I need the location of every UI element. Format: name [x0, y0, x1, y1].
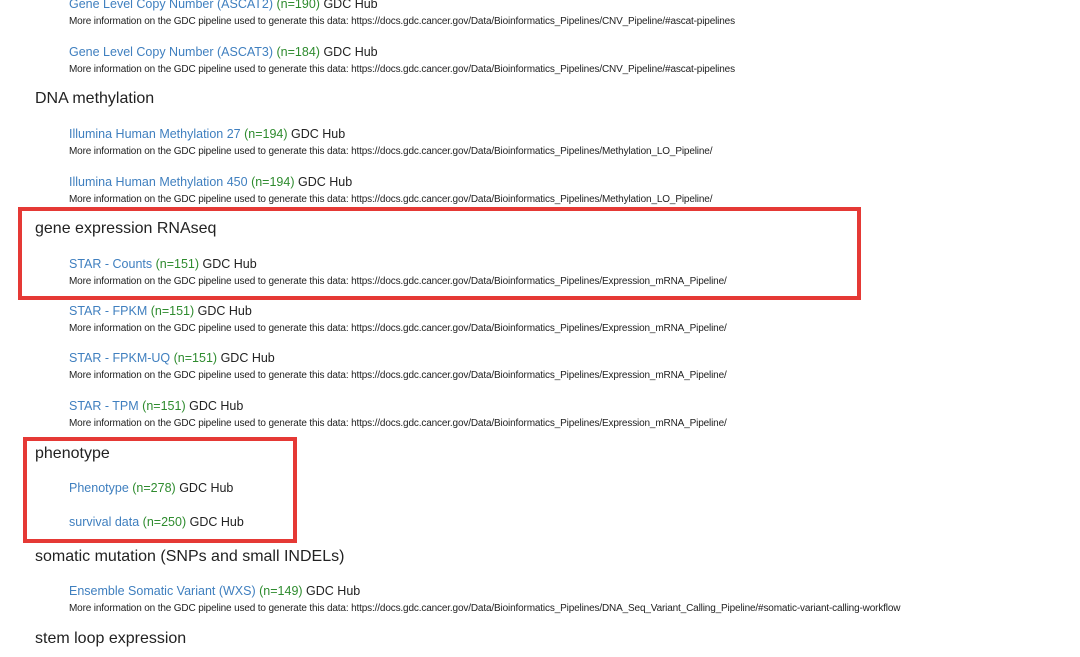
- dataset-list: Gene Level Copy Number (ASCAT2) (n=190) …: [0, 0, 1080, 657]
- dataset-item: STAR - TPM (n=151) GDC Hub: [69, 399, 243, 413]
- dataset-item: Ensemble Somatic Variant (WXS) (n=149) G…: [69, 584, 360, 598]
- dataset-link-phenotype[interactable]: Phenotype: [69, 481, 129, 495]
- pipeline-info: More information on the GDC pipeline use…: [69, 194, 713, 205]
- dataset-item: STAR - FPKM (n=151) GDC Hub: [69, 304, 252, 318]
- pipeline-info: More information on the GDC pipeline use…: [69, 323, 727, 334]
- dataset-item: Phenotype (n=278) GDC Hub: [69, 481, 233, 495]
- dataset-link-methylation-27[interactable]: Illumina Human Methylation 27: [69, 127, 241, 141]
- category-title-gene-expression: gene expression RNAseq: [35, 220, 217, 237]
- dataset-count: (n=278): [132, 481, 176, 495]
- category-title-somatic-mutation: somatic mutation (SNPs and small INDELs): [35, 548, 345, 565]
- dataset-item: Gene Level Copy Number (ASCAT3) (n=184) …: [69, 45, 378, 59]
- dataset-hub: GDC Hub: [306, 584, 361, 598]
- dataset-hub: GDC Hub: [323, 0, 378, 11]
- category-title-dna-methylation: DNA methylation: [35, 90, 155, 107]
- dataset-count: (n=151): [173, 351, 218, 365]
- dataset-hub: GDC Hub: [179, 481, 234, 495]
- pipeline-info: More information on the GDC pipeline use…: [69, 64, 735, 75]
- dataset-hub: GDC Hub: [197, 304, 252, 318]
- dataset-item: STAR - FPKM-UQ (n=151) GDC Hub: [69, 351, 275, 365]
- dataset-item: STAR - Counts (n=151) GDC Hub: [69, 257, 257, 271]
- dataset-hub: GDC Hub: [291, 127, 346, 141]
- dataset-link-survival-data[interactable]: survival data: [69, 515, 139, 529]
- dataset-count: (n=190): [276, 0, 320, 11]
- dataset-count: (n=250): [142, 515, 187, 529]
- dataset-link-star-tpm[interactable]: STAR - TPM: [69, 399, 139, 413]
- dataset-hub: GDC Hub: [202, 257, 257, 271]
- dataset-count: (n=151): [142, 399, 186, 413]
- dataset-item: survival data (n=250) GDC Hub: [69, 515, 244, 529]
- pipeline-info: More information on the GDC pipeline use…: [69, 146, 713, 157]
- dataset-hub: GDC Hub: [297, 175, 353, 189]
- pipeline-info: More information on the GDC pipeline use…: [69, 418, 727, 429]
- pipeline-info: More information on the GDC pipeline use…: [69, 603, 901, 614]
- dataset-link-star-counts[interactable]: STAR - Counts: [69, 257, 152, 271]
- dataset-count: (n=151): [155, 257, 200, 271]
- dataset-count: (n=149): [259, 584, 303, 598]
- dataset-item: Illumina Human Methylation 450 (n=194) G…: [69, 175, 352, 189]
- dataset-hub: GDC Hub: [220, 351, 275, 365]
- dataset-link-star-fpkm[interactable]: STAR - FPKM: [69, 304, 147, 318]
- dataset-link-ensemble-somatic-variant[interactable]: Ensemble Somatic Variant (WXS): [69, 584, 256, 598]
- dataset-count: (n=194): [251, 175, 295, 189]
- dataset-item: Gene Level Copy Number (ASCAT2) (n=190) …: [69, 0, 378, 11]
- dataset-link-ascat3[interactable]: Gene Level Copy Number (ASCAT3): [69, 45, 273, 59]
- dataset-hub: GDC Hub: [323, 45, 378, 59]
- dataset-count: (n=151): [150, 304, 195, 318]
- pipeline-info: More information on the GDC pipeline use…: [69, 276, 727, 287]
- dataset-link-star-fpkm-uq[interactable]: STAR - FPKM-UQ: [69, 351, 170, 365]
- pipeline-info: More information on the GDC pipeline use…: [69, 370, 727, 381]
- pipeline-info: More information on the GDC pipeline use…: [69, 16, 735, 27]
- category-title-phenotype: phenotype: [35, 445, 110, 462]
- dataset-count: (n=194): [244, 127, 288, 141]
- dataset-item: Illumina Human Methylation 27 (n=194) GD…: [69, 127, 345, 141]
- dataset-hub: GDC Hub: [189, 399, 244, 413]
- dataset-count: (n=184): [276, 45, 320, 59]
- dataset-link-methylation-450[interactable]: Illumina Human Methylation 450: [69, 175, 248, 189]
- dataset-link-ascat2[interactable]: Gene Level Copy Number (ASCAT2): [69, 0, 273, 11]
- category-title-stem-loop: stem loop expression: [35, 630, 187, 647]
- dataset-hub: GDC Hub: [189, 515, 244, 529]
